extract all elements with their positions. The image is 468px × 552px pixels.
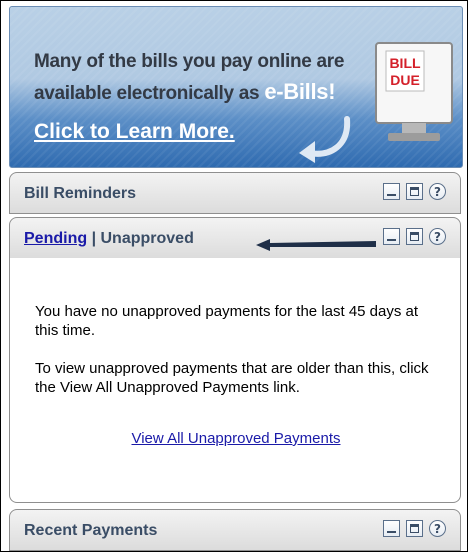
tab-separator: | [91, 230, 97, 247]
pending-controls: ? [383, 228, 446, 245]
minimize-icon[interactable] [383, 520, 400, 537]
ebills-highlight: e-Bills! [264, 79, 336, 104]
no-unapproved-message: You have no unapproved payments for the … [35, 303, 419, 339]
banner-message: Many of the bills you pay online are ava… [34, 47, 364, 109]
banner-line-2-prefix: available electronically as [34, 83, 265, 104]
ebills-promo-banner[interactable]: Many of the bills you pay online are ava… [9, 6, 463, 168]
pending-unapproved-header: Pending | Unapproved ? [9, 217, 461, 259]
help-icon[interactable]: ? [429, 183, 446, 200]
banner-line-2: available electronically as e-Bills! [34, 77, 364, 109]
bill-reminders-title: Bill Reminders [24, 185, 137, 202]
recent-payments-header[interactable]: Recent Payments ? [9, 509, 461, 551]
view-all-unapproved-link[interactable]: View All Unapproved Payments [10, 430, 462, 447]
monitor-text-bill: BILL [389, 55, 421, 71]
minimize-icon[interactable] [383, 183, 400, 200]
pending-tabs: Pending | Unapproved [24, 230, 194, 248]
widget-frame: Many of the bills you pay online are ava… [0, 0, 468, 552]
tab-pending[interactable]: Pending [24, 230, 87, 247]
minimize-icon[interactable] [383, 228, 400, 245]
monitor-text-due: DUE [390, 72, 420, 88]
annotation-arrow-icon [256, 239, 376, 251]
unapproved-payments-panel: You have no unapproved payments for the … [9, 258, 461, 503]
maximize-icon[interactable] [406, 183, 423, 200]
bill-due-monitor-icon: BILL DUE [375, 42, 453, 141]
view-older-instructions: To view unapproved payments that are old… [35, 360, 429, 396]
tab-unapproved[interactable]: Unapproved [101, 230, 194, 247]
bill-reminders-controls: ? [383, 183, 446, 200]
help-icon[interactable]: ? [429, 520, 446, 537]
help-glyph: ? [434, 229, 441, 244]
maximize-icon[interactable] [406, 228, 423, 245]
help-glyph: ? [434, 521, 441, 536]
learn-more-link[interactable]: Click to Learn More. [34, 120, 235, 144]
help-glyph: ? [434, 184, 441, 199]
help-icon[interactable]: ? [429, 228, 446, 245]
bill-reminders-header[interactable]: Bill Reminders ? [9, 172, 461, 214]
recent-payments-controls: ? [383, 520, 446, 537]
maximize-icon[interactable] [406, 520, 423, 537]
recent-payments-title: Recent Payments [24, 522, 158, 539]
curved-arrow-icon [299, 116, 351, 163]
banner-line-1: Many of the bills you pay online are [34, 51, 345, 72]
